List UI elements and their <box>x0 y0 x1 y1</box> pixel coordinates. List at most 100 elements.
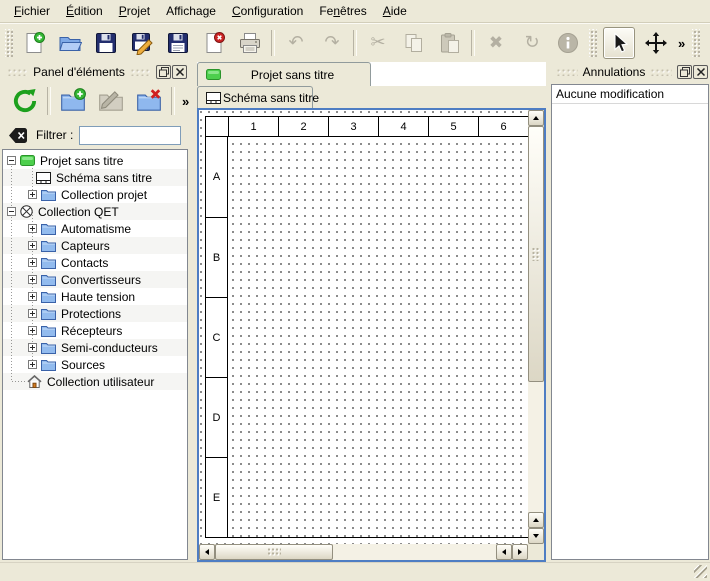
expander-plus-icon[interactable] <box>28 360 37 369</box>
tree-item[interactable]: Automatisme <box>3 220 187 237</box>
float-panel-button[interactable] <box>677 65 692 79</box>
tree-item[interactable]: Projet sans titre <box>3 152 187 169</box>
undo-button[interactable]: ↶ <box>281 28 311 58</box>
vertical-scroll-thumb[interactable] <box>528 126 544 382</box>
scroll-left-button[interactable] <box>496 544 512 560</box>
column-header: 3 <box>328 117 378 137</box>
expander-plus-icon[interactable] <box>28 275 37 284</box>
filter-input[interactable] <box>79 126 181 145</box>
expander-plus-icon[interactable] <box>28 326 37 335</box>
scroll-down-button[interactable] <box>528 528 544 544</box>
tree-item[interactable]: Collection utilisateur <box>3 373 187 390</box>
schema-icon <box>206 92 221 104</box>
about-button[interactable] <box>706 28 710 58</box>
menu-item[interactable]: Projet <box>111 1 158 21</box>
close-panel-button[interactable] <box>172 65 187 79</box>
info-button[interactable] <box>553 28 583 58</box>
save-all-button[interactable] <box>163 28 193 58</box>
scroll-up-button[interactable] <box>528 110 544 126</box>
tree-item[interactable]: Récepteurs <box>3 322 187 339</box>
float-icon <box>680 67 690 77</box>
expander-plus-icon[interactable] <box>28 224 37 233</box>
expander-plus-icon[interactable] <box>28 343 37 352</box>
select-tool-button[interactable] <box>603 27 635 59</box>
menu-item[interactable]: Affichage <box>158 1 224 21</box>
toolbar-separator <box>471 30 475 56</box>
close-panel-button[interactable] <box>693 65 708 79</box>
save-as-button[interactable] <box>127 28 157 58</box>
save-button[interactable] <box>91 28 121 58</box>
scroll-left-button[interactable] <box>199 544 215 560</box>
expander-minus-icon[interactable] <box>7 207 16 216</box>
tab-project[interactable]: Projet sans titre <box>197 62 371 86</box>
rotate-button[interactable]: ↻ <box>517 28 547 58</box>
tree-item[interactable]: Collection projet <box>3 186 187 203</box>
cut-button[interactable]: ✂ <box>363 28 393 58</box>
copy-button[interactable] <box>399 28 429 58</box>
horizontal-scrollbar[interactable] <box>199 544 528 560</box>
redo-button[interactable]: ↷ <box>317 28 347 58</box>
move-tool-button[interactable] <box>641 28 671 58</box>
delete-button[interactable]: ✖ <box>481 28 511 58</box>
print-button[interactable] <box>235 28 265 58</box>
close-document-button[interactable] <box>199 28 229 58</box>
new-category-button[interactable] <box>57 85 89 117</box>
toolbar-handle[interactable] <box>692 29 700 57</box>
project-icon <box>206 69 221 80</box>
menu-item[interactable]: Édition <box>58 1 111 21</box>
row-header: E <box>206 457 228 537</box>
menu-item[interactable]: Fichier <box>6 1 58 21</box>
expander-plus-icon[interactable] <box>28 190 37 199</box>
toolbar-overflow-button[interactable]: » <box>178 94 193 109</box>
tab-schema[interactable]: Schéma sans titre <box>197 86 313 108</box>
tree-item[interactable]: Capteurs <box>3 237 187 254</box>
info-icon <box>556 31 580 55</box>
close-icon <box>696 67 706 77</box>
paper-corner-cell <box>206 117 228 137</box>
expander-plus-icon[interactable] <box>28 292 37 301</box>
open-folder-button[interactable] <box>55 28 85 58</box>
column-header: 6 <box>478 117 528 137</box>
expander-plus-icon[interactable] <box>28 258 37 267</box>
scroll-up-button[interactable] <box>528 512 544 528</box>
filter-label: Filtrer : <box>36 128 73 142</box>
tree-item[interactable]: Sources <box>3 356 187 373</box>
tree-item[interactable]: Haute tension <box>3 288 187 305</box>
toolbar-overflow-button[interactable]: » <box>674 36 689 51</box>
resize-grip[interactable] <box>694 565 707 578</box>
diagram-canvas[interactable]: 123456ABCDE <box>199 110 528 544</box>
tree-item[interactable]: Semi-conducteurs <box>3 339 187 356</box>
folder-icon <box>41 325 56 337</box>
tree-item[interactable]: Collection QET <box>3 203 187 220</box>
edit-category-button[interactable] <box>95 85 127 117</box>
left-arrow-icon <box>502 549 506 555</box>
scroll-right-button[interactable] <box>512 544 528 560</box>
float-panel-button[interactable] <box>156 65 171 79</box>
expander-minus-icon[interactable] <box>7 156 16 165</box>
delete-category-button[interactable] <box>133 85 165 117</box>
toolbar-separator <box>171 87 175 115</box>
up-arrow-icon <box>533 116 539 120</box>
tree-item[interactable]: Protections <box>3 305 187 322</box>
row-header: A <box>206 137 228 217</box>
tree-item[interactable]: Contacts <box>3 254 187 271</box>
tree-item[interactable]: Convertisseurs <box>3 271 187 288</box>
expander-plus-icon[interactable] <box>28 241 37 250</box>
horizontal-scroll-thumb[interactable] <box>215 544 333 560</box>
paste-button[interactable] <box>435 28 465 58</box>
menu-item[interactable]: Configuration <box>224 1 311 21</box>
vertical-scrollbar[interactable] <box>528 110 544 544</box>
reload-button[interactable] <box>9 85 41 117</box>
expander-plus-icon[interactable] <box>28 309 37 318</box>
menu-item[interactable]: Aide <box>375 1 415 21</box>
undo-panel: Annulations Aucune modification <box>551 63 709 560</box>
toolbar-handle[interactable] <box>589 29 597 57</box>
tree-item[interactable]: Schéma sans titre <box>3 169 187 186</box>
schema-icon <box>36 172 51 184</box>
toolbar-handle[interactable] <box>5 29 13 57</box>
menu-item[interactable]: Fenêtres <box>311 1 374 21</box>
clear-filter-icon[interactable] <box>8 127 28 144</box>
left-arrow-icon <box>205 549 209 555</box>
undo-list-item[interactable]: Aucune modification <box>552 85 708 104</box>
new-document-button[interactable] <box>19 28 49 58</box>
